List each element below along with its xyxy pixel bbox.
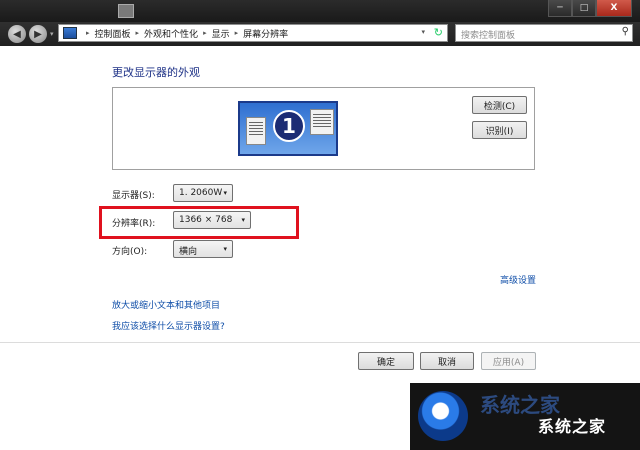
identify-button[interactable]: 识别(I) (472, 121, 527, 139)
display-select[interactable]: 1. 2060W ▾ (173, 184, 233, 202)
search-icon[interactable]: ⚲ (622, 26, 629, 37)
display-settings-help-link[interactable]: 我应该选择什么显示器设置? (112, 319, 225, 332)
forward-arrow-icon[interactable]: ▶ (29, 25, 47, 43)
breadcrumb-screen-resolution[interactable]: 屏幕分辨率 (243, 27, 288, 40)
search-input[interactable]: 搜索控制面板 ⚲ (455, 24, 633, 42)
advanced-settings-link[interactable]: 高级设置 (500, 273, 536, 286)
text-size-link[interactable]: 放大或缩小文本和其他项目 (112, 298, 220, 311)
title-bar: ─ □ X (0, 0, 640, 22)
breadcrumb-separator-icon[interactable]: ▸ (235, 29, 239, 37)
ok-button[interactable]: 确定 (358, 352, 414, 370)
window-controls: ─ □ X (548, 0, 632, 17)
apply-button: 应用(A) (481, 352, 536, 370)
control-panel-icon (63, 27, 77, 39)
minimize-button[interactable]: ─ (548, 0, 572, 17)
detect-button[interactable]: 检测(C) (472, 96, 527, 114)
orientation-select-value: 横向 (179, 247, 198, 257)
watermark-text: 系统之家 (538, 417, 607, 436)
mini-window-icon (310, 109, 334, 135)
screen-resolution-window: ─ □ X ◀ ▶ ▾ ▸ 控制面板 ▸ 外观和个性化 ▸ 显示 ▸ 屏幕分辨率… (0, 0, 640, 450)
breadcrumb-control-panel[interactable]: 控制面板 (95, 27, 131, 40)
breadcrumb-separator-icon[interactable]: ▸ (203, 29, 207, 37)
resolution-highlight-box (99, 206, 299, 239)
close-button[interactable]: X (596, 0, 632, 17)
maximize-button[interactable]: □ (572, 0, 596, 17)
monitor-number-badge: 1 (273, 110, 305, 142)
orientation-select[interactable]: 横向 ▾ (173, 240, 233, 258)
orientation-label: 方向(O): (112, 247, 148, 257)
breadcrumb-appearance[interactable]: 外观和个性化 (144, 27, 198, 40)
chevron-down-icon: ▾ (223, 189, 227, 197)
address-dropdown-icon[interactable]: ▾ (421, 28, 425, 36)
watermark-logo-icon (418, 391, 468, 441)
display-select-value: 1. 2060W (179, 188, 223, 198)
site-watermark: 系统之家 系统之家 (410, 383, 640, 450)
search-placeholder: 搜索控制面板 (461, 31, 516, 41)
monitor-1-preview[interactable]: 1 (238, 101, 338, 156)
breadcrumb-display[interactable]: 显示 (212, 27, 230, 40)
address-bar[interactable]: ▸ 控制面板 ▸ 外观和个性化 ▸ 显示 ▸ 屏幕分辨率 ▾ ↻ (58, 24, 448, 42)
breadcrumb-separator-icon[interactable]: ▸ (136, 29, 140, 37)
recent-pages-dropdown-icon[interactable]: ▾ (50, 30, 54, 38)
breadcrumb-separator-icon: ▸ (86, 29, 90, 37)
mini-window-icon (246, 117, 266, 145)
footer-divider (0, 342, 640, 343)
display-label: 显示器(S): (112, 191, 155, 201)
window-icon (118, 4, 134, 18)
back-arrow-icon[interactable]: ◀ (8, 25, 26, 43)
navigation-bar: ◀ ▶ ▾ ▸ 控制面板 ▸ 外观和个性化 ▸ 显示 ▸ 屏幕分辨率 ▾ ↻ 搜… (0, 22, 640, 46)
chevron-down-icon: ▾ (223, 245, 227, 253)
page-title: 更改显示器的外观 (112, 66, 200, 79)
cancel-button[interactable]: 取消 (420, 352, 474, 370)
refresh-icon[interactable]: ↻ (434, 26, 443, 39)
